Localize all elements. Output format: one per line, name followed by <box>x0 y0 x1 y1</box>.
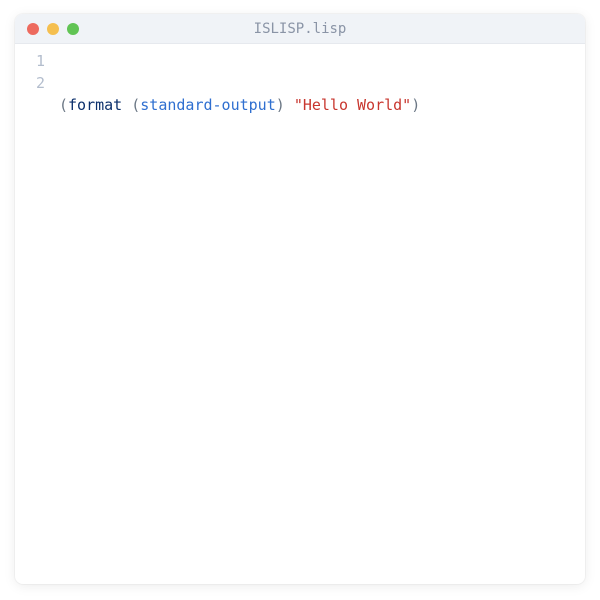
line-number: 2 <box>15 72 45 94</box>
keyword-format: format <box>68 96 122 114</box>
maximize-icon[interactable] <box>67 23 79 35</box>
string-literal: "Hello World" <box>294 96 411 114</box>
minimize-icon[interactable] <box>47 23 59 35</box>
titlebar: ISLISP.lisp <box>15 14 585 44</box>
paren-close: ) <box>411 96 420 114</box>
traffic-lights <box>27 23 79 35</box>
paren-open: ( <box>131 96 140 114</box>
line-number: 1 <box>15 50 45 72</box>
paren-close: ) <box>276 96 285 114</box>
editor-window: ISLISP.lisp 1 2 (format (standard-output… <box>15 14 585 584</box>
editor-area[interactable]: 1 2 (format (standard-output) "Hello Wor… <box>15 44 585 584</box>
window-title: ISLISP.lisp <box>15 21 585 37</box>
code-line: (format (standard-output) "Hello World") <box>59 94 585 116</box>
func-standard-output: standard-output <box>140 96 275 114</box>
whitespace <box>285 96 294 114</box>
close-icon[interactable] <box>27 23 39 35</box>
code-line <box>59 160 585 182</box>
line-gutter: 1 2 <box>15 50 59 584</box>
code-content[interactable]: (format (standard-output) "Hello World") <box>59 50 585 584</box>
whitespace <box>122 96 131 114</box>
paren-open: ( <box>59 96 68 114</box>
